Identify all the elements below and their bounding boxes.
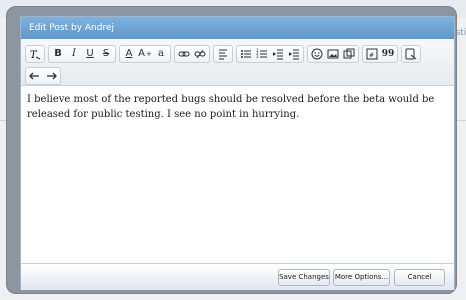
bold-icon[interactable]: B — [51, 47, 65, 61]
toolbar-group-insert — [307, 45, 359, 63]
svg-text:3: 3 — [256, 54, 259, 59]
quote-label: 99 — [381, 49, 395, 59]
outdent-icon[interactable] — [271, 47, 285, 61]
underline-icon[interactable]: U — [83, 47, 97, 61]
toolbar-group-block: # 99 — [362, 45, 398, 63]
font-size-label: A — [138, 48, 145, 59]
italic-label: I — [72, 48, 76, 59]
remove-format-icon[interactable]: T — [28, 47, 42, 61]
editor-text: I believe most of the reported bugs shou… — [27, 94, 435, 120]
code-icon[interactable]: # — [365, 47, 379, 61]
toolbar-group-text: A A + a — [119, 45, 171, 63]
toolbar-group-history — [25, 67, 61, 85]
toolbar-group-lists: 123 — [236, 45, 304, 63]
toolbar-row-1: T B I U S A A + a 1 2 3 # 99 — [25, 45, 423, 63]
text-color-label: A — [125, 48, 133, 59]
numbered-list-icon[interactable]: 123 — [255, 47, 269, 61]
strikethrough-label: S — [102, 48, 110, 59]
dialog-footer: Save Changes More Options... Cancel — [21, 263, 454, 290]
bulleted-list-icon[interactable] — [239, 47, 253, 61]
undo-icon[interactable] — [28, 69, 42, 83]
toolbar-group-style: B I U S — [48, 45, 116, 63]
link-icon[interactable] — [177, 47, 191, 61]
dialog-content: Edit Post by Andrej T B I U S A A + a 1 … — [20, 16, 455, 290]
italic-icon[interactable]: I — [67, 47, 81, 61]
toolbar-group-format: T — [25, 45, 45, 63]
svg-text:#: # — [369, 52, 374, 59]
font-family-icon[interactable]: a — [154, 47, 168, 61]
toolbar-row-2 — [25, 67, 63, 85]
quote-icon[interactable]: 99 — [381, 47, 395, 61]
toggle-bbcode-icon[interactable] — [404, 47, 418, 61]
svg-text:T: T — [30, 50, 38, 60]
toolbar-group-toggle — [401, 45, 421, 63]
underline-label: U — [86, 48, 94, 59]
bold-label: B — [54, 48, 62, 59]
align-left-icon[interactable] — [216, 47, 230, 61]
editor-toolbar: T B I U S A A + a 1 2 3 # 99 — [21, 39, 454, 86]
text-color-icon[interactable]: A — [122, 47, 136, 61]
font-size-icon[interactable]: A + — [138, 47, 152, 61]
unlink-icon[interactable] — [193, 47, 207, 61]
redo-icon[interactable] — [44, 69, 58, 83]
toolbar-group-links — [174, 45, 210, 63]
indent-icon[interactable] — [287, 47, 301, 61]
cancel-button[interactable]: Cancel — [394, 269, 445, 286]
dialog-title: Edit Post by Andrej — [21, 17, 454, 39]
strikethrough-icon[interactable]: S — [99, 47, 113, 61]
more-options-button[interactable]: More Options... — [333, 269, 390, 286]
image-icon[interactable] — [326, 47, 340, 61]
edit-post-dialog: Edit Post by Andrej T B I U S A A + a 1 … — [6, 6, 457, 294]
toolbar-group-align — [213, 45, 233, 63]
media-icon[interactable] — [342, 47, 356, 61]
font-size-superscript-plus: + — [145, 50, 152, 58]
save-changes-button[interactable]: Save Changes — [278, 269, 330, 286]
smiley-icon[interactable] — [310, 47, 324, 61]
post-editor[interactable]: I believe most of the reported bugs shou… — [21, 86, 454, 263]
font-family-label: a — [158, 48, 164, 59]
